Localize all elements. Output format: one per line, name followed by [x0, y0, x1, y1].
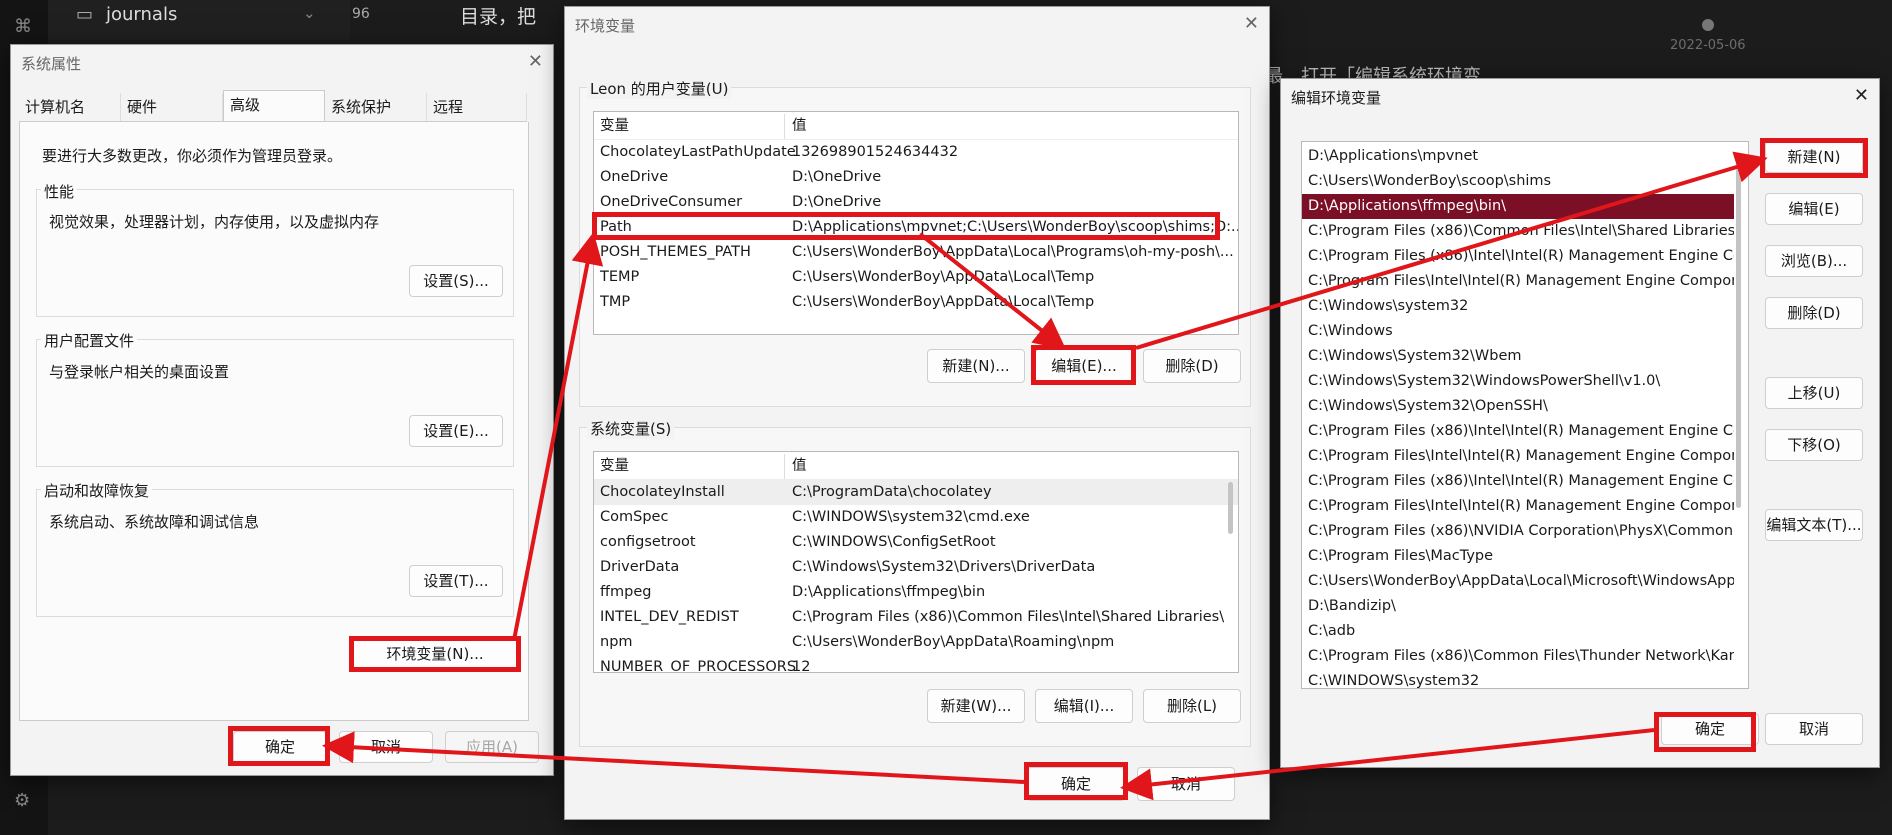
arrow-edit-to-new — [1135, 151, 1768, 350]
arrow-env-to-path — [512, 232, 604, 641]
arrow-path-to-edit — [918, 232, 1067, 350]
arrow-env-ok-to-sys-ok — [322, 731, 1025, 784]
annotation-arrows — [322, 151, 1768, 801]
arrow-ok-to-env-ok — [1120, 728, 1655, 801]
